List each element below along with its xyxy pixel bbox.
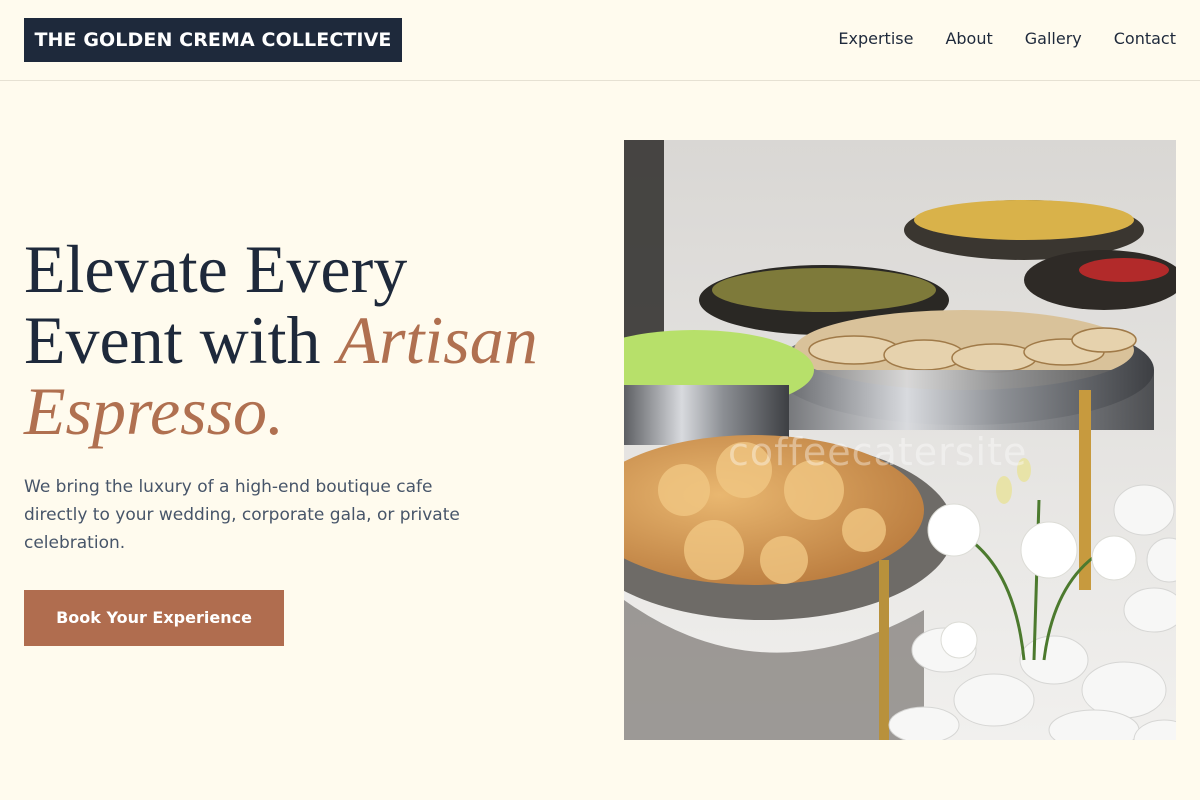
hero-title-line2: Event with xyxy=(24,302,338,378)
nav-link-about[interactable]: About xyxy=(945,28,992,50)
site-header: THE GOLDEN CREMA COLLECTIVE Expertise Ab… xyxy=(0,0,1200,81)
image-watermark: coffeecatersite xyxy=(728,430,1028,474)
nav-link-contact[interactable]: Contact xyxy=(1114,28,1176,50)
main-nav: Expertise About Gallery Contact xyxy=(838,28,1176,50)
book-experience-button[interactable]: Book Your Experience xyxy=(24,590,284,646)
hero-title-line1: Elevate Every xyxy=(24,231,408,307)
hero-title: Elevate Every Event with Artisan Espresso… xyxy=(24,234,614,447)
nav-link-gallery[interactable]: Gallery xyxy=(1025,28,1082,50)
site-logo[interactable]: THE GOLDEN CREMA COLLECTIVE xyxy=(24,18,402,62)
hero-subtitle: We bring the luxury of a high-end boutiq… xyxy=(24,477,460,553)
hero-image-catering-buffet: coffeecatersite xyxy=(624,140,1176,740)
nav-link-expertise[interactable]: Expertise xyxy=(838,28,913,50)
